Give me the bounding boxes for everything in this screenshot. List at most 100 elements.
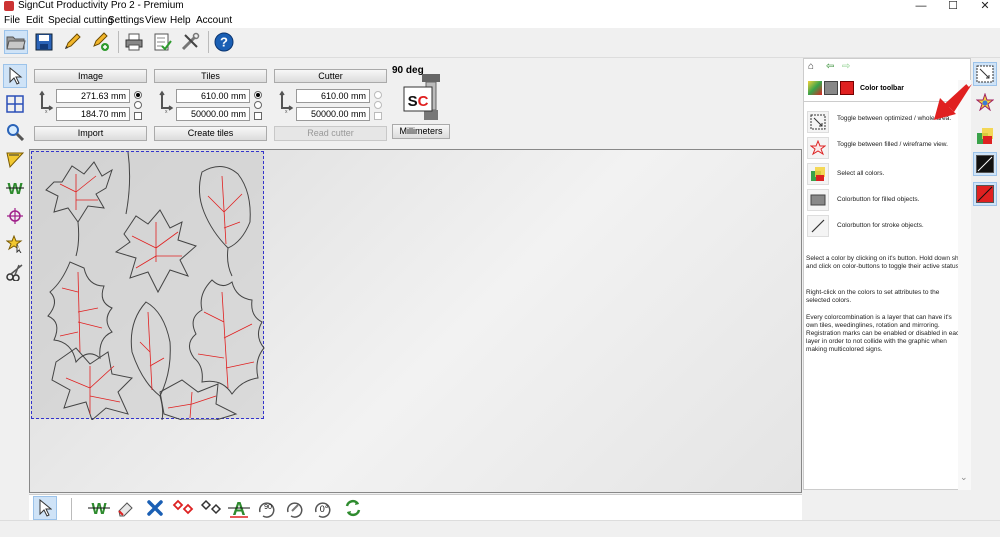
close-button[interactable]: ✕ bbox=[970, 0, 1000, 13]
leaves-artwork[interactable] bbox=[32, 151, 265, 421]
text-weed-icon[interactable]: A bbox=[227, 496, 251, 520]
menu-edit[interactable]: Edit bbox=[26, 15, 43, 27]
help-item-text: Select all colors. bbox=[837, 170, 885, 177]
tiles-checkbox[interactable] bbox=[254, 112, 262, 120]
image-height-input[interactable]: 184.70 mm bbox=[56, 107, 130, 121]
help-paragraph: Right-click on the colors to set attribu… bbox=[806, 289, 940, 304]
tiles-height-input[interactable]: 50000.00 mm bbox=[176, 107, 250, 121]
menu-view[interactable]: View bbox=[145, 15, 167, 27]
tiles-radio-1[interactable] bbox=[254, 91, 262, 99]
toolbar-separator bbox=[208, 31, 209, 53]
red-color-button[interactable] bbox=[973, 182, 997, 206]
title-bar: SignCut Productivity Pro 2 - Premium — ☐… bbox=[0, 0, 1000, 14]
window-title: SignCut Productivity Pro 2 - Premium bbox=[18, 0, 184, 11]
help-scrollbar[interactable]: ⌄ bbox=[958, 80, 971, 490]
canvas-workspace[interactable] bbox=[29, 149, 802, 493]
tools-icon[interactable] bbox=[178, 30, 202, 54]
menu-help[interactable]: Help bbox=[170, 15, 191, 27]
optimize-toggle-icon[interactable] bbox=[973, 62, 997, 86]
maximize-button[interactable]: ☐ bbox=[938, 0, 968, 13]
weedline-icon[interactable]: W bbox=[87, 496, 111, 520]
image-radio-2[interactable] bbox=[134, 101, 142, 109]
select-arrow-icon[interactable] bbox=[3, 64, 27, 88]
filled-colorbutton-icon bbox=[807, 189, 829, 211]
scissors-icon[interactable] bbox=[3, 260, 27, 284]
registration-outline-icon[interactable] bbox=[199, 496, 223, 520]
minimize-button[interactable]: — bbox=[906, 0, 936, 13]
svg-text:W: W bbox=[91, 501, 107, 517]
axis-icon: x bbox=[159, 90, 174, 114]
units-button[interactable]: Millimeters bbox=[392, 124, 450, 139]
signcut-cutter-icon[interactable]: SC bbox=[402, 73, 448, 121]
import-button[interactable]: Import bbox=[34, 126, 147, 141]
print-icon[interactable] bbox=[122, 30, 146, 54]
add-edit-icon[interactable] bbox=[88, 30, 112, 54]
rotate-90-icon[interactable]: 90 bbox=[255, 496, 279, 520]
help-icon[interactable]: ? bbox=[212, 30, 236, 54]
tile-region[interactable] bbox=[31, 151, 265, 421]
help-item-text: Toggle between filled / wireframe view. bbox=[837, 141, 948, 148]
weedline-w-icon[interactable]: W bbox=[3, 176, 27, 200]
red-swatch-icon bbox=[976, 185, 994, 203]
cutter-radio-1[interactable] bbox=[374, 91, 382, 99]
image-width-input[interactable]: 271.63 mm bbox=[56, 89, 130, 103]
svg-text:SC: SC bbox=[408, 93, 429, 110]
tiles-group: Tiles x 610.00 mm 50000.00 mm Create til… bbox=[154, 69, 271, 144]
svg-text:?: ? bbox=[220, 35, 228, 50]
menu-account[interactable]: Account bbox=[196, 15, 232, 27]
edit-pen-icon[interactable] bbox=[60, 30, 84, 54]
refresh-icon[interactable] bbox=[341, 496, 365, 520]
black-swatch-icon bbox=[976, 155, 994, 173]
star-select-icon[interactable] bbox=[3, 232, 27, 256]
toolbar-separator bbox=[118, 31, 119, 53]
scroll-down-arrow-icon[interactable]: ⌄ bbox=[960, 472, 968, 483]
tiles-grid-icon[interactable] bbox=[3, 92, 27, 116]
cutter-checkbox[interactable] bbox=[374, 112, 382, 120]
select-all-colors-icon bbox=[808, 81, 822, 95]
open-folder-icon[interactable] bbox=[4, 30, 28, 54]
help-paragraph: Every colorcombination is a layer that c… bbox=[806, 314, 963, 353]
select-all-colors-icon[interactable] bbox=[973, 124, 997, 148]
forward-arrow-icon[interactable]: ⇨ bbox=[842, 61, 850, 72]
bottom-separator bbox=[71, 498, 72, 520]
color-toolbar bbox=[971, 58, 1000, 520]
menu-file[interactable]: File bbox=[4, 15, 20, 27]
help-paragraph: Select a color by clicking on it's butto… bbox=[806, 255, 964, 270]
back-arrow-icon[interactable]: ⇦ bbox=[826, 61, 834, 72]
create-tiles-button[interactable]: Create tiles bbox=[154, 126, 267, 141]
cutter-height-input[interactable]: 50000.00 mm bbox=[296, 107, 370, 121]
svg-text:W: W bbox=[7, 181, 23, 197]
eraser-icon[interactable] bbox=[113, 496, 137, 520]
svg-text:x: x bbox=[45, 109, 48, 114]
image-group: Image x 271.63 mm 184.70 mm Import bbox=[34, 69, 151, 144]
select-arrow-icon[interactable] bbox=[33, 496, 57, 520]
menu-special-cutting[interactable]: Special cutting bbox=[48, 15, 113, 27]
image-group-header: Image bbox=[34, 69, 147, 83]
weed-tool-icon[interactable] bbox=[3, 148, 27, 172]
home-icon[interactable]: ⌂ bbox=[808, 61, 814, 72]
crosshair-icon[interactable] bbox=[3, 204, 27, 228]
mirror-icon[interactable] bbox=[283, 496, 307, 520]
star-filled-wireframe-icon[interactable] bbox=[973, 90, 997, 114]
tiles-group-header: Tiles bbox=[154, 69, 267, 83]
registration-marks-icon[interactable] bbox=[171, 496, 195, 520]
cutter-group: Cutter x 610.00 mm 50000.00 mm Read cutt… bbox=[274, 69, 391, 144]
menu-settings[interactable]: Settings bbox=[108, 15, 144, 27]
cutter-radio-2[interactable] bbox=[374, 101, 382, 109]
help-item-text: Colorbutton for filled objects. bbox=[837, 196, 920, 203]
image-checkbox[interactable] bbox=[134, 112, 142, 120]
save-icon[interactable] bbox=[32, 30, 56, 54]
cutter-width-input[interactable]: 610.00 mm bbox=[296, 89, 370, 103]
read-cutter-button[interactable]: Read cutter bbox=[274, 126, 387, 141]
black-color-button[interactable] bbox=[973, 152, 997, 176]
svg-text:x: x bbox=[285, 109, 288, 114]
checklist-icon[interactable] bbox=[150, 30, 174, 54]
optimize-toggle-icon bbox=[807, 111, 829, 133]
delete-x-icon[interactable] bbox=[143, 496, 167, 520]
tiles-radio-2[interactable] bbox=[254, 101, 262, 109]
rotate-0-icon[interactable]: 0° bbox=[311, 496, 335, 520]
zoom-icon[interactable] bbox=[3, 120, 27, 144]
star-filled-wireframe-icon bbox=[807, 137, 829, 159]
tiles-width-input[interactable]: 610.00 mm bbox=[176, 89, 250, 103]
image-radio-1[interactable] bbox=[134, 91, 142, 99]
